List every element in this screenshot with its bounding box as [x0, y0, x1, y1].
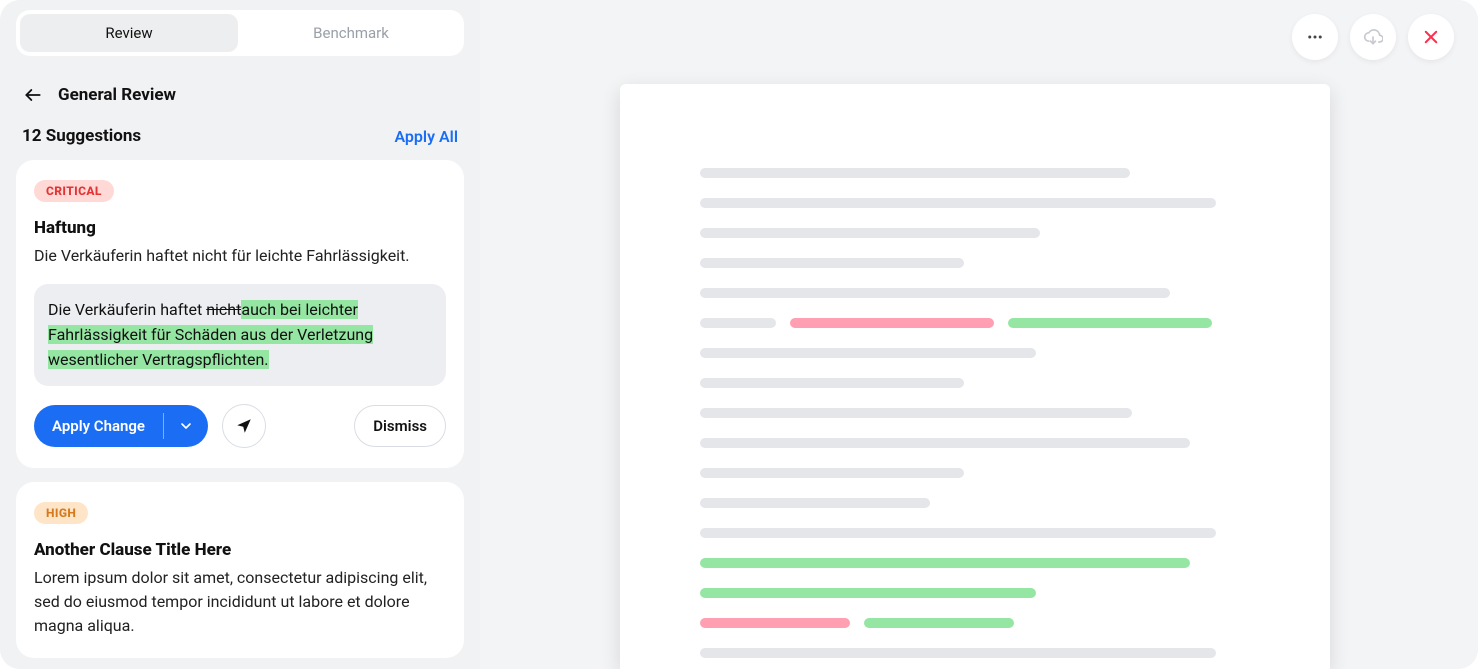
apply-all-button[interactable]: Apply All	[394, 127, 458, 146]
document-line	[700, 288, 1250, 298]
severity-badge-high: HIGH	[34, 502, 88, 524]
top-actions	[1292, 14, 1454, 60]
text-segment	[700, 648, 1216, 658]
text-segment	[700, 378, 964, 388]
text-segment	[700, 348, 1036, 358]
tab-review[interactable]: Review	[20, 14, 238, 52]
suggestion-card: HIGH Another Clause Title Here Lorem ips…	[16, 482, 464, 658]
suggestions-row: 12 Suggestions Apply All	[22, 126, 458, 146]
card-diff: Die Verkäuferin haftet nichtauch bei lei…	[34, 284, 446, 386]
more-button[interactable]	[1292, 14, 1338, 60]
card-title: Another Clause Title Here	[34, 540, 446, 560]
download-button[interactable]	[1350, 14, 1396, 60]
document-line	[700, 588, 1250, 598]
suggestions-list: CRITICAL Haftung Die Verkäuferin haftet …	[16, 160, 464, 669]
tab-benchmark[interactable]: Benchmark	[242, 14, 460, 52]
chevron-down-icon[interactable]	[164, 418, 208, 434]
text-segment	[700, 468, 964, 478]
suggestions-count: 12 Suggestions	[22, 126, 141, 146]
tab-bar: Review Benchmark	[16, 10, 464, 56]
diff-segment-removed	[790, 318, 994, 328]
document-line	[700, 498, 1250, 508]
diff-segment-removed	[700, 618, 850, 628]
document-line	[700, 408, 1250, 418]
text-segment	[700, 168, 1130, 178]
review-header: General Review	[22, 84, 458, 106]
text-segment	[700, 498, 930, 508]
text-segment	[700, 318, 776, 328]
document-line	[700, 438, 1250, 448]
diff-segment-added	[1008, 318, 1212, 328]
document-line	[700, 318, 1250, 328]
close-button[interactable]	[1408, 14, 1454, 60]
text-segment	[700, 258, 964, 268]
text-segment	[700, 408, 1132, 418]
dismiss-button[interactable]: Dismiss	[354, 405, 446, 447]
suggestion-card: CRITICAL Haftung Die Verkäuferin haftet …	[16, 160, 464, 468]
document-line	[700, 618, 1250, 628]
document-line	[700, 348, 1250, 358]
locate-button[interactable]	[222, 404, 266, 448]
severity-badge-critical: CRITICAL	[34, 180, 114, 202]
sidebar: Review Benchmark General Review 12 Sugge…	[0, 0, 480, 669]
document-line	[700, 528, 1250, 538]
diff-unchanged: Die Verkäuferin haftet	[48, 300, 206, 319]
apply-change-button[interactable]: Apply Change	[34, 405, 208, 447]
document-line	[700, 168, 1250, 178]
diff-removed: nicht	[206, 300, 241, 319]
diff-segment-added	[864, 618, 1014, 628]
document-line	[700, 198, 1250, 208]
review-title: General Review	[58, 85, 176, 105]
document-line	[700, 258, 1250, 268]
text-segment	[700, 288, 1170, 298]
text-segment	[700, 228, 1040, 238]
document-line	[700, 228, 1250, 238]
document-line	[700, 468, 1250, 478]
text-segment	[700, 198, 1216, 208]
card-actions: Apply Change Dismiss	[34, 404, 446, 448]
card-title: Haftung	[34, 218, 446, 238]
back-arrow-icon[interactable]	[22, 84, 44, 106]
apply-change-label: Apply Change	[34, 405, 163, 447]
document-line	[700, 378, 1250, 388]
document-line	[700, 558, 1250, 568]
card-original-text: Lorem ipsum dolor sit amet, consectetur …	[34, 566, 446, 638]
text-segment	[700, 438, 1190, 448]
main-area	[480, 0, 1478, 669]
document-preview	[620, 84, 1330, 669]
text-segment	[700, 528, 1216, 538]
card-original-text: Die Verkäuferin haftet nicht für leichte…	[34, 244, 446, 268]
diff-segment-added	[700, 558, 1190, 568]
diff-segment-added	[700, 588, 1036, 598]
document-line	[700, 648, 1250, 658]
app-root: Review Benchmark General Review 12 Sugge…	[0, 0, 1478, 669]
